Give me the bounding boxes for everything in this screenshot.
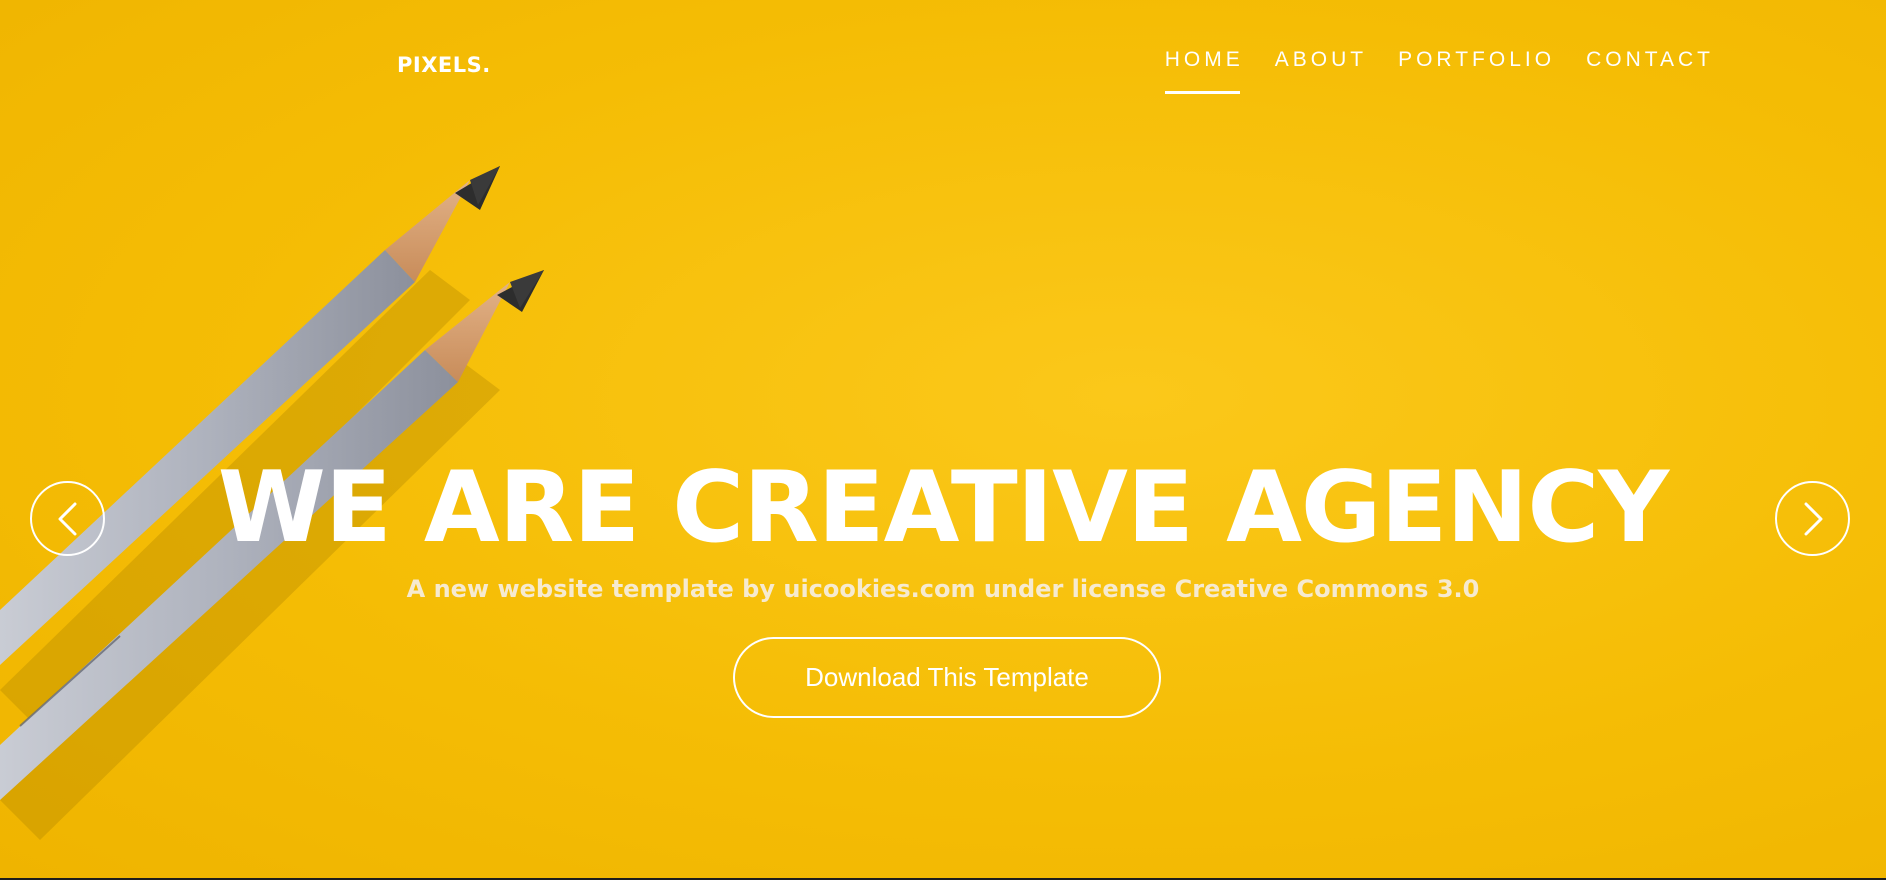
chevron-right-icon <box>1804 502 1822 535</box>
nav-item-portfolio[interactable]: PORTFOLIO <box>1398 48 1555 82</box>
brand-logo[interactable]: PIXELS. <box>397 53 491 77</box>
chevron-left-icon <box>58 502 76 535</box>
slider-prev-button[interactable] <box>30 481 105 556</box>
main-nav: HOME ABOUT PORTFOLIO CONTACT <box>1164 48 1714 94</box>
nav-item-contact[interactable]: CONTACT <box>1586 48 1714 82</box>
hero-headline: WE ARE CREATIVE AGENCY <box>217 451 1669 565</box>
nav-item-about[interactable]: ABOUT <box>1275 48 1367 82</box>
pencils-image <box>0 166 544 840</box>
hero-slide: PIXELS. HOME ABOUT PORTFOLIO CONTACT WE … <box>0 0 1886 878</box>
nav-item-home[interactable]: HOME <box>1164 48 1244 94</box>
slider-next-button[interactable] <box>1775 481 1850 556</box>
hero-subtitle: A new website template by uicookies.com … <box>406 575 1480 603</box>
download-template-button[interactable]: Download This Template <box>733 637 1161 718</box>
